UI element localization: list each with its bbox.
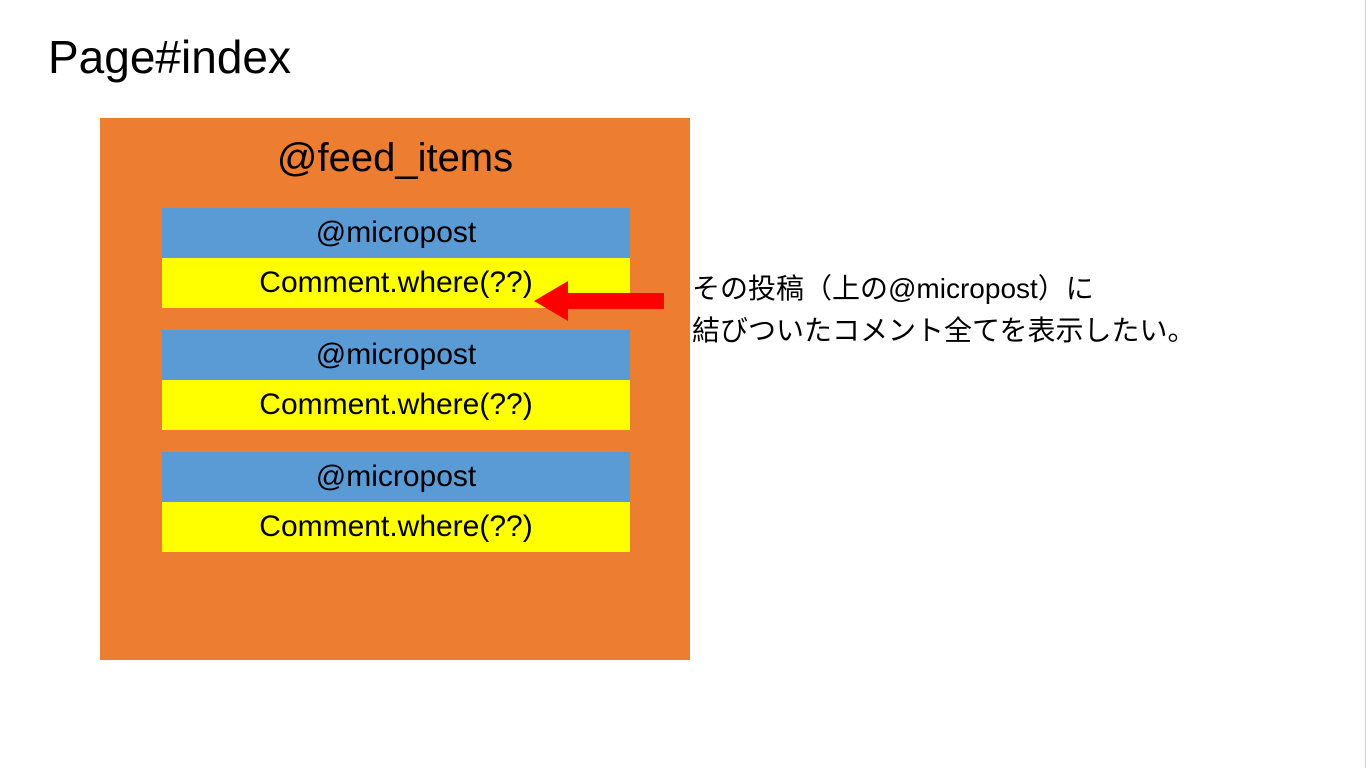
annotation-line: その投稿（上の@micropost）に [692,268,1195,310]
comment-row: Comment.where(??) [162,380,630,430]
row-gap [162,430,630,452]
arrow-head [534,281,568,321]
arrow-shaft [564,293,664,309]
micropost-row: @micropost [162,330,630,380]
feed-items-title: @feed_items [100,118,690,191]
annotation-text: その投稿（上の@micropost）に 結びついたコメント全てを表示したい。 [692,268,1195,352]
page-title: Page#index [48,30,291,84]
micropost-row: @micropost [162,452,630,502]
micropost-row: @micropost [162,208,630,258]
feed-items-container: @feed_items @micropost Comment.where(??)… [100,118,690,660]
feed-rows: @micropost Comment.where(??) @micropost … [162,208,630,552]
comment-row: Comment.where(??) [162,502,630,552]
arrow-icon [534,281,664,321]
annotation-line: 結びついたコメント全てを表示したい。 [692,310,1195,352]
